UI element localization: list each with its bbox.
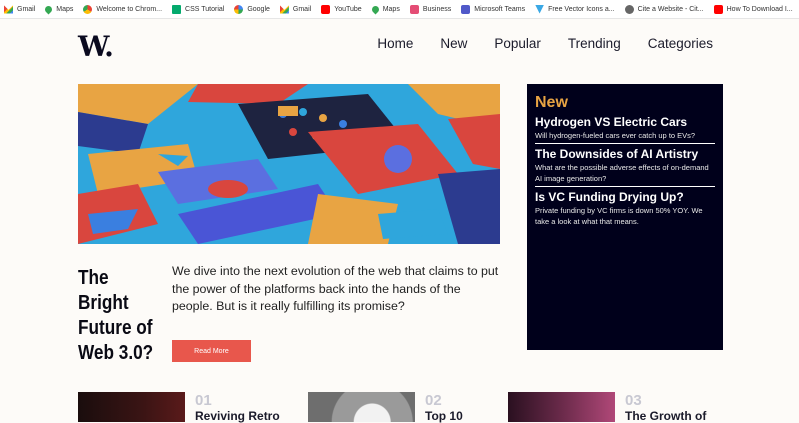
bookmark-label: Gmail — [292, 5, 312, 13]
bookmark-maps-2[interactable]: Maps — [368, 0, 406, 18]
gmail-icon — [279, 5, 289, 14]
new-article-desc: Will hydrogen-fueled cars ever catch up … — [535, 131, 696, 140]
new-articles-panel: New Hydrogen VS Electric Cars Will hydro… — [527, 84, 723, 350]
maps-icon — [370, 4, 381, 14]
nav-new[interactable]: New — [440, 36, 467, 51]
article-number: 02 — [425, 392, 442, 409]
new-article-item[interactable]: Hydrogen VS Electric Cars Will hydrogen-… — [535, 115, 715, 143]
bookmark-label: CSS Tutorial — [185, 5, 225, 13]
hero-image — [78, 84, 500, 244]
article-thumbnail[interactable] — [308, 392, 415, 422]
new-article-desc: Private funding by VC firms is down 50% … — [535, 206, 703, 226]
nav-popular[interactable]: Popular — [494, 36, 541, 51]
bookmark-cite[interactable]: Cite a Website - Cit... — [621, 0, 710, 18]
chrome-icon — [83, 4, 93, 14]
new-panel-heading: New — [535, 94, 568, 111]
bookmark-label: Maps — [56, 5, 74, 13]
article-thumbnail[interactable] — [78, 392, 185, 422]
bookmark-chrome-welcome[interactable]: Welcome to Chrom... — [79, 0, 168, 18]
bookmark-label: YouTube — [334, 5, 362, 13]
hero-description: We dive into the next evolution of the w… — [172, 264, 499, 313]
maps-icon — [43, 4, 54, 14]
w3schools-icon — [172, 4, 182, 14]
nav-categories[interactable]: Categories — [648, 36, 713, 51]
bookmark-label: Welcome to Chrom... — [96, 5, 163, 13]
bookmark-youtube[interactable]: YouTube — [317, 0, 368, 18]
hero-title[interactable]: The Bright Future of Web 3.0? — [78, 266, 155, 366]
site-logo[interactable]: W. — [78, 30, 114, 63]
youtube-icon — [713, 4, 723, 14]
bookmark-how-to-download[interactable]: How To Download I... — [710, 0, 799, 18]
bookmark-label: How To Download I... — [726, 5, 793, 13]
youtube-icon — [321, 4, 331, 14]
bookmark-gmail[interactable]: Gmail — [0, 0, 41, 18]
bookmark-vector-icons[interactable]: Free Vector Icons a... — [531, 0, 621, 18]
article-number: 03 — [625, 392, 642, 409]
new-article-desc: What are the possible adverse effects of… — [535, 163, 709, 183]
bookmark-label: Maps — [382, 5, 400, 13]
article-thumbnail[interactable] — [508, 392, 615, 422]
bookmark-label: Microsoft Teams — [474, 5, 526, 13]
bookmark-teams[interactable]: Microsoft Teams — [457, 0, 531, 18]
article-number: 01 — [195, 392, 212, 409]
bookmark-maps[interactable]: Maps — [41, 0, 79, 18]
teams-icon — [461, 4, 471, 14]
bookmark-label: Business — [422, 5, 452, 13]
gmail-icon — [4, 5, 13, 14]
bookmark-label: Google — [247, 5, 270, 13]
new-article-title[interactable]: The Downsides of AI Artistry — [535, 147, 715, 161]
bookmark-css-tutorial[interactable]: CSS Tutorial — [168, 0, 230, 18]
bookmark-gmail-2[interactable]: Gmail — [276, 0, 317, 18]
new-article-title[interactable]: Hydrogen VS Electric Cars — [535, 115, 715, 129]
cite-icon — [624, 4, 634, 14]
main-nav: Home New Popular Trending Categories — [350, 36, 713, 51]
bookmark-label: Cite a Website - Cit... — [637, 5, 704, 13]
new-article-title[interactable]: Is VC Funding Drying Up? — [535, 190, 715, 204]
new-article-item[interactable]: The Downsides of AI Artistry What are th… — [535, 143, 715, 186]
read-more-button[interactable]: Read More — [172, 340, 251, 362]
bookmark-label: Free Vector Icons a... — [548, 5, 615, 13]
bookmark-label: Gmail — [17, 5, 36, 13]
nav-home[interactable]: Home — [377, 36, 413, 51]
new-article-item[interactable]: Is VC Funding Drying Up? Private funding… — [535, 186, 715, 229]
vector-icon — [535, 4, 545, 14]
nav-trending[interactable]: Trending — [568, 36, 621, 51]
bookmark-business[interactable]: Business — [406, 0, 457, 18]
bookmark-google[interactable]: Google — [230, 0, 276, 18]
business-icon — [409, 4, 419, 14]
google-icon — [234, 4, 244, 14]
bookmarks-bar: Gmail Maps Welcome to Chrom... CSS Tutor… — [0, 0, 799, 19]
